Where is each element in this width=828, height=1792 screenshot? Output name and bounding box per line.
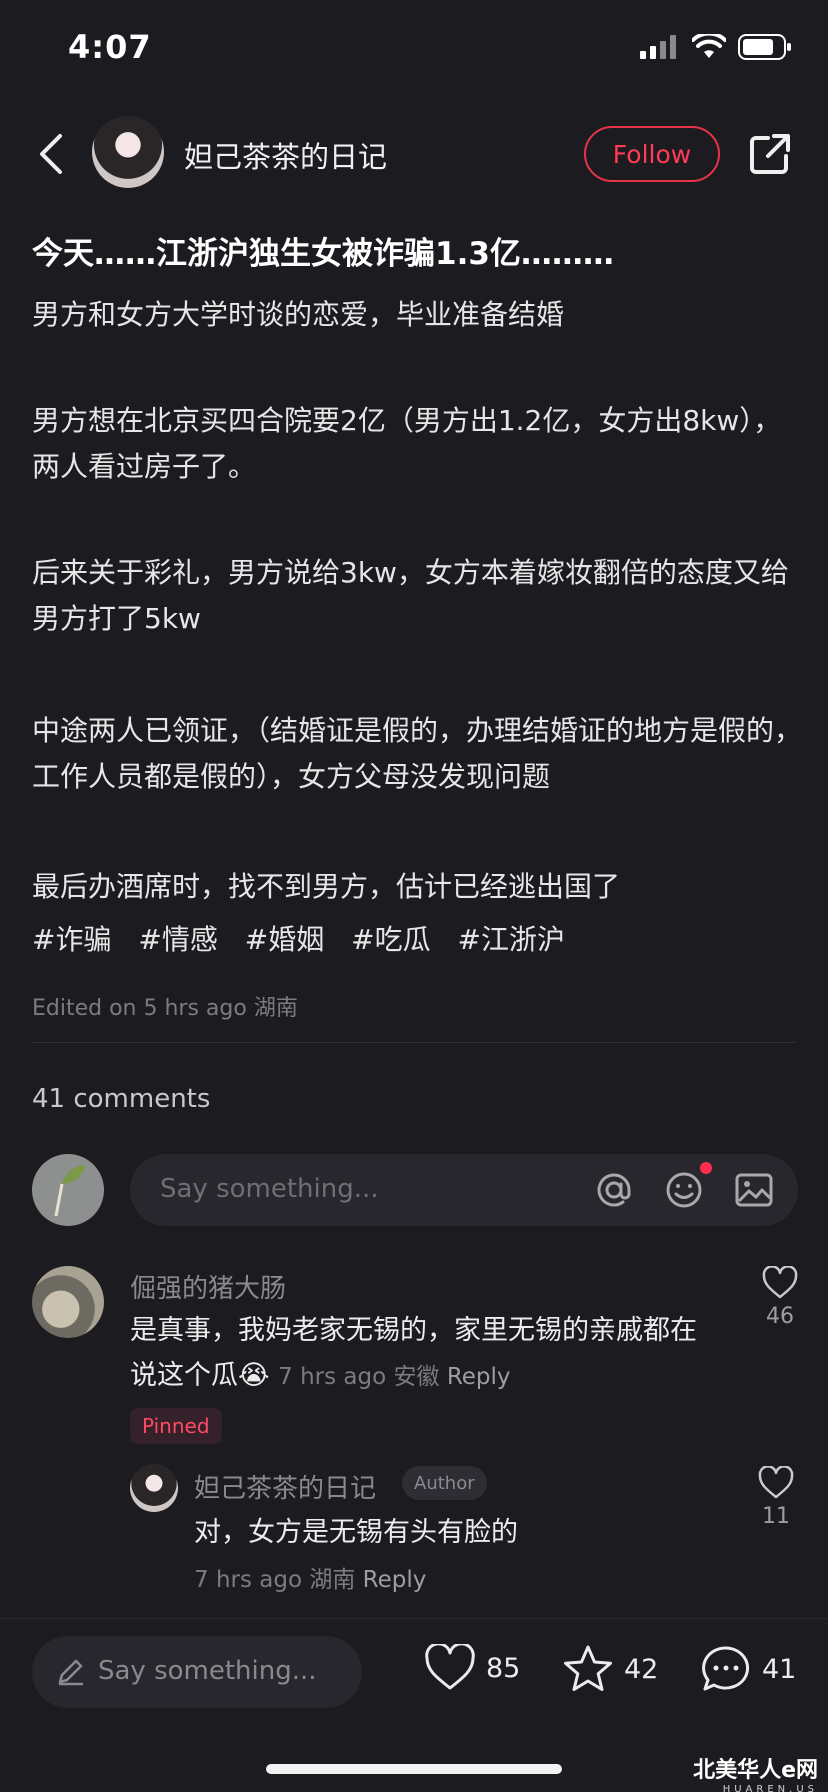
reply-text: 对，女方是无锡有头有脸的 [194,1517,518,1548]
comment-input-placeholder[interactable]: Say something... [160,1174,379,1204]
like-total: 85 [486,1652,521,1684]
edited-info: Edited on 5 hrs ago 湖南 [32,996,298,1021]
post-paragraph: 中途两人已领证，（结婚证是假的，办理结婚证的地方是假的，工作人员都是假的），女方… [32,714,803,793]
star-total: 42 [624,1653,659,1685]
signal-icon [640,35,676,59]
reply-avatar[interactable] [130,1464,178,1512]
reply-like[interactable]: 11 [746,1465,806,1529]
comment-action[interactable]: 41 [700,1644,796,1694]
comment-username[interactable]: 倔强的猪大肠 [130,1268,286,1305]
emoji-icon[interactable] [664,1170,704,1210]
tag-link[interactable]: #婚姻 [245,923,324,956]
reply-username[interactable]: 妲己茶茶的日记 [194,1468,376,1505]
heart-icon[interactable] [758,1465,794,1500]
crying-emoji: 😭 [238,1360,270,1391]
tag-link[interactable]: #吃瓜 [351,923,430,956]
image-icon[interactable] [734,1170,774,1210]
divider [32,1042,796,1043]
post-paragraph: 最后办酒席时，找不到男方，估计已经逃出国了 [32,870,621,903]
reply-meta: 7 hrs ago 湖南 Reply [194,1560,426,1594]
share-icon[interactable] [748,132,792,176]
like-count: 11 [762,1504,790,1529]
watermark: 北美华人e网 HUAREN.US [693,1752,818,1792]
notification-dot [700,1162,712,1174]
star-icon[interactable] [562,1644,614,1694]
follow-button[interactable]: Follow [584,126,720,182]
tag-link[interactable]: #诈骗 [32,923,111,956]
tag-link[interactable]: #情感 [138,923,217,956]
heart-icon[interactable] [762,1265,798,1300]
wifi-icon [692,34,726,58]
leaf-icon [54,1165,86,1217]
status-time: 4:07 [68,28,152,66]
reply-time-location: 7 hrs ago 湖南 [194,1567,356,1593]
status-icons [640,34,792,60]
back-chevron-icon[interactable] [32,132,72,176]
bottom-input-placeholder[interactable]: Say something... [98,1656,317,1686]
mention-icon[interactable] [594,1170,634,1210]
battery-icon [738,34,791,60]
author-name[interactable]: 妲己茶茶的日记 [184,134,387,176]
bottom-divider [0,1618,828,1619]
watermark-sub: HUAREN.US [722,1784,818,1792]
post-paragraph: 后来关于彩礼，男方说给3kw，女方本着嫁妆翻倍的态度又给男方打了5kw [32,556,789,635]
comment-total: 41 [762,1653,797,1685]
home-indicator[interactable] [266,1764,562,1774]
comment-like[interactable]: 46 [750,1265,810,1329]
post-title: 今天……江浙沪独生女被诈骗1.3亿……… [32,236,614,272]
post-tags: #诈骗 #情感 #婚姻 #吃瓜 #江浙沪 [32,918,583,958]
comment-text: 是真事，我妈老家无锡的，家里无锡的亲戚都在说这个瓜😭 7 hrs ago 安徽 … [130,1308,710,1400]
post-paragraph: 男方想在北京买四合院要2亿（男方出1.2亿，女方出8kw），两人看过房子了。 [32,404,782,483]
comment-time-location: 7 hrs ago 安徽 [278,1364,440,1390]
comments-count: 41 comments [32,1084,211,1114]
pen-icon [58,1659,84,1686]
my-avatar [32,1154,104,1226]
reply-button[interactable]: Reply [363,1567,427,1593]
pinned-badge: Pinned [130,1408,222,1444]
heart-icon[interactable] [424,1644,476,1692]
comment-meta: 7 hrs ago 安徽 Reply [278,1364,510,1390]
like-action[interactable]: 85 [424,1644,520,1692]
author-badge: Author [402,1466,487,1500]
star-action[interactable]: 42 [562,1644,658,1694]
watermark-text: 北美华人e网 [693,1758,818,1783]
reply-button[interactable]: Reply [447,1364,511,1390]
commenter-avatar[interactable] [32,1266,104,1338]
post-paragraph: 男方和女方大学时谈的恋爱，毕业准备结婚 [32,298,565,331]
like-count: 46 [766,1304,794,1329]
chat-bubble-icon[interactable] [700,1644,752,1694]
author-avatar[interactable] [92,116,164,188]
tag-link[interactable]: #江浙沪 [458,923,565,956]
